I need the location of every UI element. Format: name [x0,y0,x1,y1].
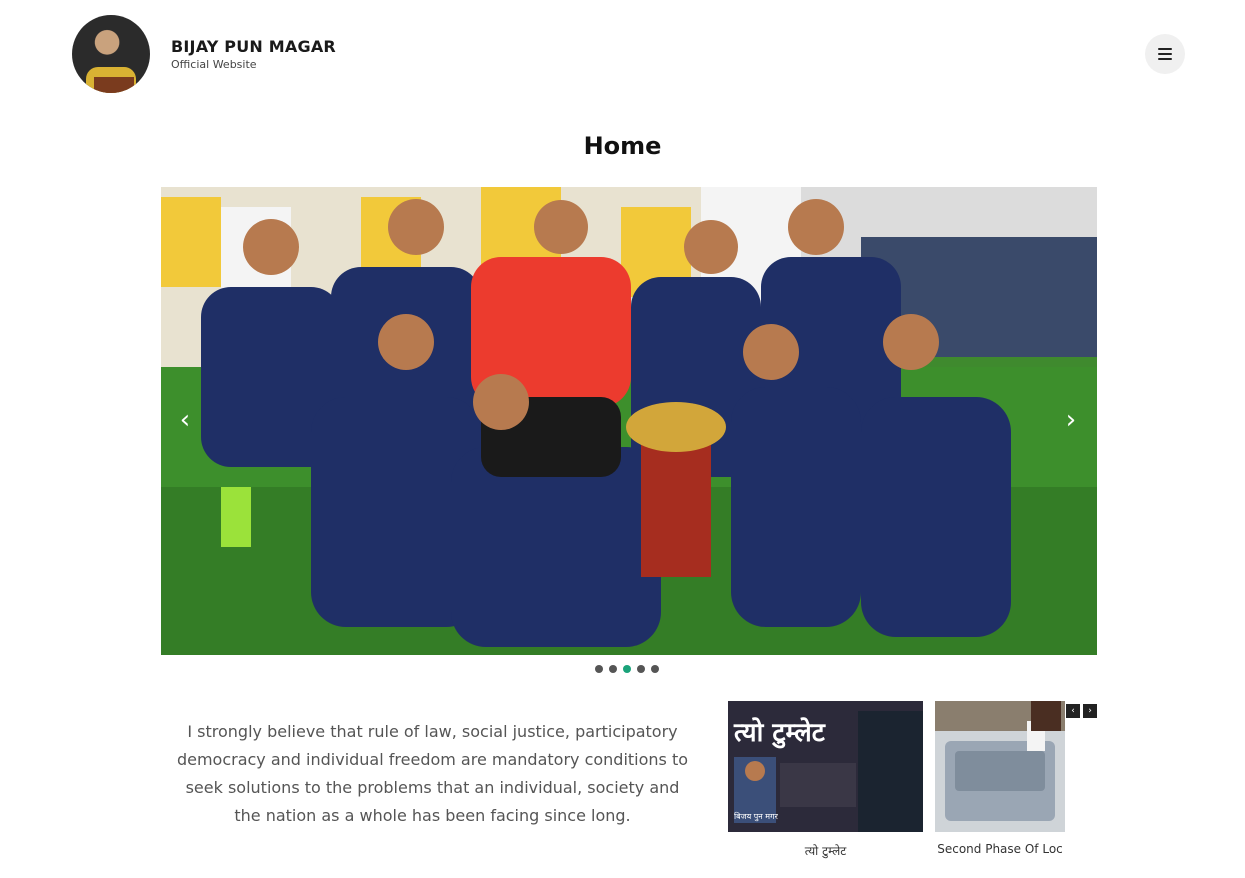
news-card-caption[interactable]: Second Phase Of Loc [935,842,1065,856]
slider-dot-1[interactable] [595,665,603,673]
hamburger-icon [1158,45,1172,63]
news-card-overlay-name: बिजय पुन मगर [734,811,779,822]
chevron-left-icon[interactable]: ‹ [175,407,195,433]
news-card-overlay-title: त्यो टुम्लेट [733,717,826,749]
news-card-image: त्यो टुम्लेट बिजय पुन मगर [728,701,923,832]
avatar-podium [94,77,134,93]
slider-dot-2[interactable] [609,665,617,673]
news-card-image [935,701,1065,832]
menu-button[interactable] [1145,34,1185,74]
team-photo [161,187,1097,655]
slider-dot-3[interactable] [623,665,631,673]
news-carousel: त्यो टुम्लेट बिजय पुन मगर त्यो टुम्लेट S… [728,701,1098,871]
profile-avatar[interactable] [72,15,150,93]
site-name[interactable]: BIJAY PUN MAGAR [171,37,336,56]
carousel-prev-button[interactable]: ‹ [1066,704,1080,718]
news-card[interactable]: Second Phase Of Loc [935,701,1065,856]
news-card-caption[interactable]: त्यो टुम्लेट [728,842,923,859]
site-tagline: Official Website [171,58,257,71]
slider-dots [595,665,659,673]
news-card[interactable]: त्यो टुम्लेट बिजय पुन मगर त्यो टुम्लेट [728,701,923,859]
slider-dot-5[interactable] [651,665,659,673]
intro-quote: I strongly believe that rule of law, soc… [176,722,689,825]
chevron-right-icon[interactable]: › [1061,407,1081,433]
slider-dot-4[interactable] [637,665,645,673]
page-title: Home [583,132,662,160]
hero-slider[interactable] [161,187,1097,655]
carousel-next-button[interactable]: › [1083,704,1097,718]
site-header: BIJAY PUN MAGAR Official Website [0,0,1245,110]
